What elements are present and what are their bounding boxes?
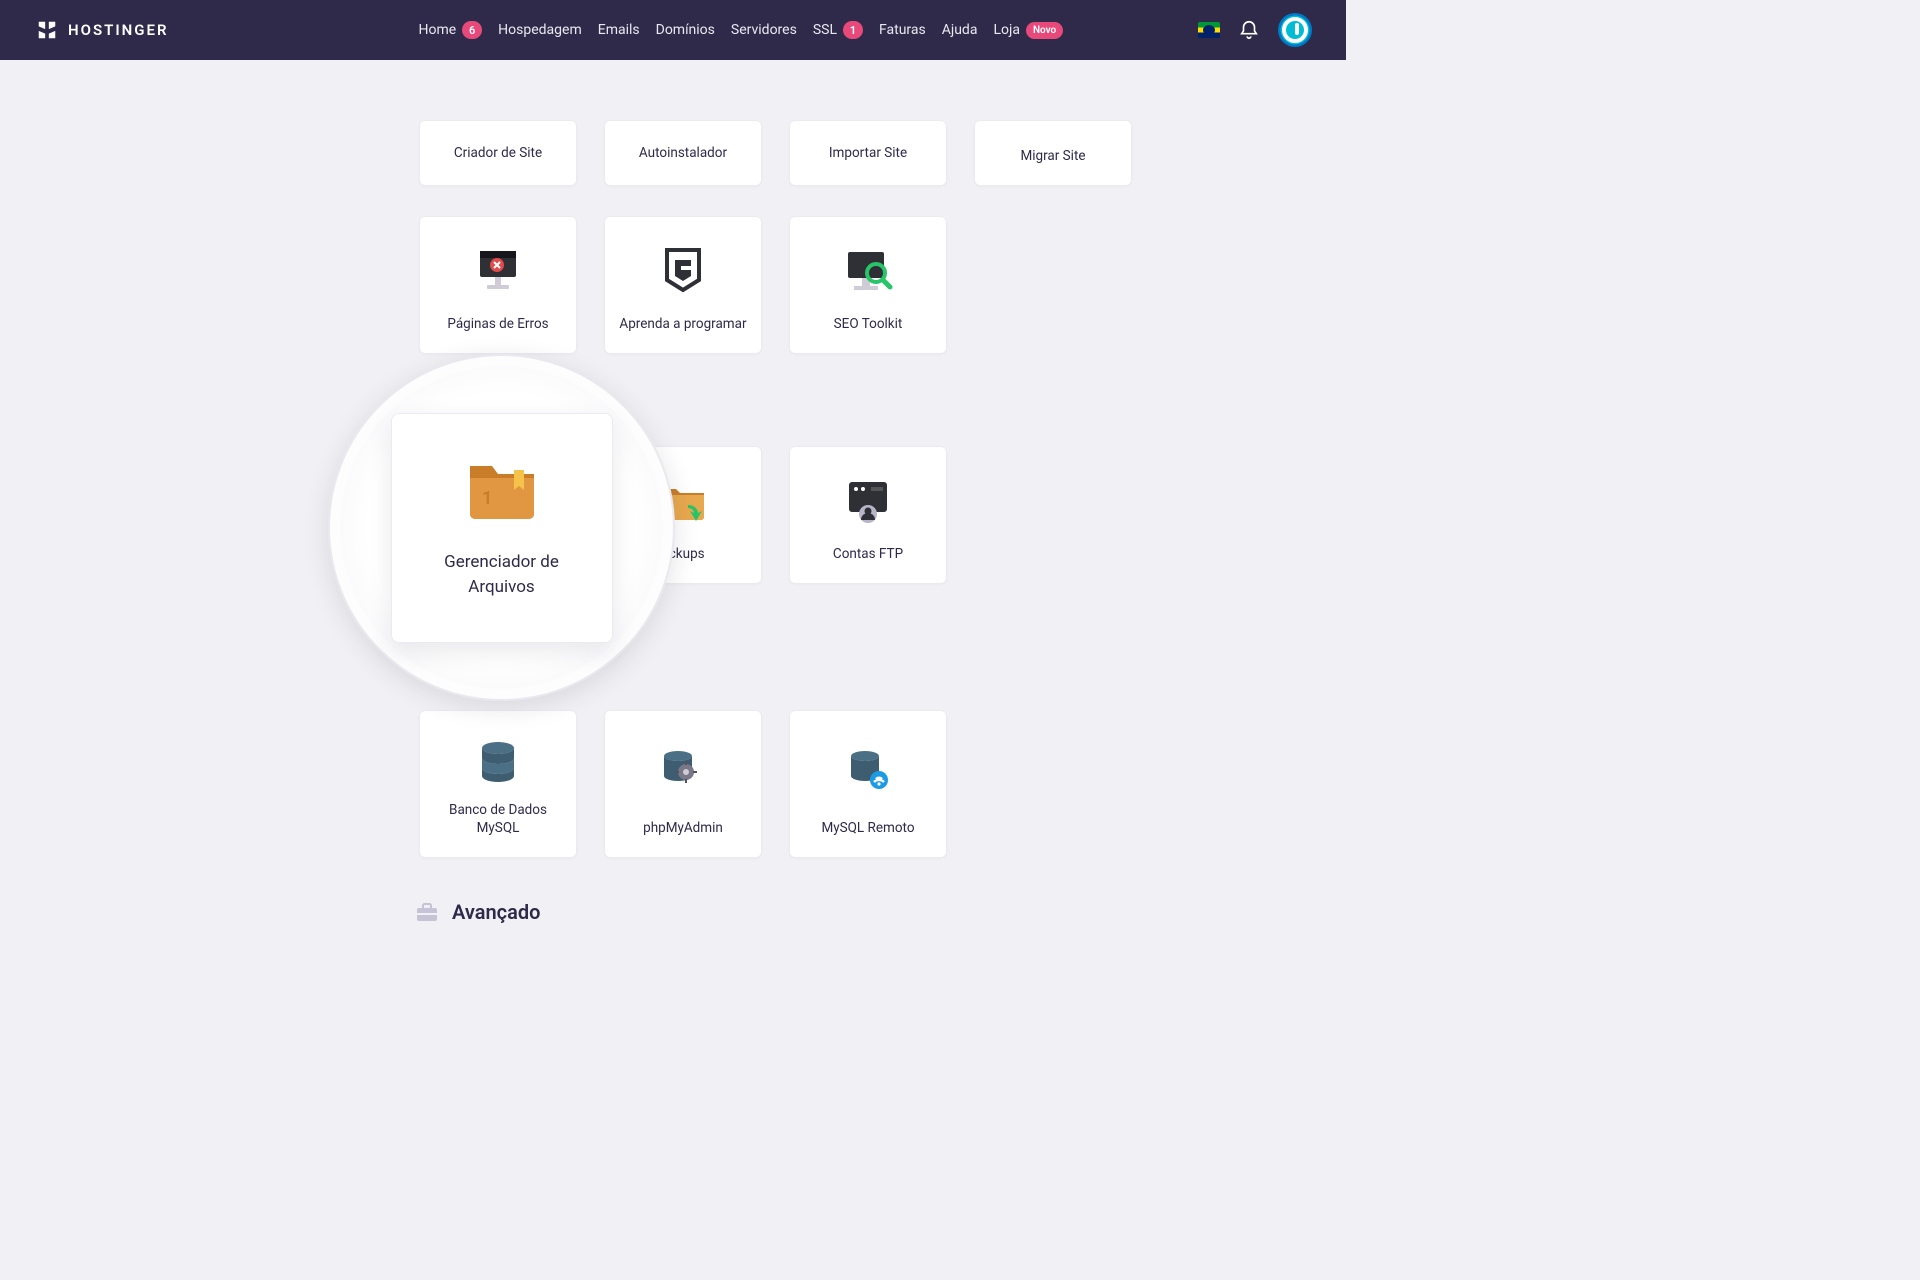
card-label: Gerenciador deArquivos	[444, 550, 559, 599]
nav-faturas-label: Faturas	[879, 22, 926, 38]
nav-home-label: Home	[418, 22, 456, 38]
card-label: Migrar Site	[1020, 147, 1085, 165]
seo-toolkit-icon	[840, 231, 896, 311]
card-phpmyadmin[interactable]: phpMyAdmin	[604, 710, 762, 858]
card-label: Importar Site	[829, 144, 907, 162]
account-avatar-icon[interactable]	[1278, 13, 1312, 47]
nav-servidores[interactable]: Servidores	[731, 22, 797, 38]
locale-flag-icon[interactable]	[1198, 22, 1220, 38]
nav-hospedagem[interactable]: Hospedagem	[498, 22, 582, 38]
nav-loja-badge: Novo	[1026, 22, 1063, 39]
card-label: Páginas de Erros	[447, 315, 548, 333]
primary-nav: Home 6 Hospedagem Emails Domínios Servid…	[418, 21, 1063, 39]
topbar-right	[1198, 13, 1312, 47]
card-label: MySQL Remoto	[821, 819, 914, 837]
card-banco-de-dados-mysql[interactable]: Banco de Dados MySQL	[419, 710, 577, 858]
ftp-accounts-icon	[840, 461, 896, 541]
error-pages-icon	[470, 231, 526, 311]
nav-hospedagem-label: Hospedagem	[498, 22, 582, 38]
phpmyadmin-icon	[655, 725, 711, 815]
hostinger-logo-icon	[36, 19, 58, 41]
nav-loja-label: Loja	[993, 22, 1020, 38]
card-contas-ftp[interactable]: Contas FTP	[789, 446, 947, 584]
card-row-1: Criador de Site Autoinstalador Importar …	[419, 120, 1139, 186]
nav-emails-label: Emails	[598, 22, 640, 38]
nav-ssl[interactable]: SSL 1	[813, 21, 863, 39]
card-mysql-remoto[interactable]: MySQL Remoto	[789, 710, 947, 858]
topbar: HOSTINGER Home 6 Hospedagem Emails Domín…	[0, 0, 1346, 60]
card-paginas-de-erros[interactable]: Páginas de Erros	[419, 216, 577, 354]
nav-faturas[interactable]: Faturas	[879, 22, 926, 38]
mysql-remote-icon	[840, 725, 896, 815]
brand-name: HOSTINGER	[68, 21, 168, 39]
card-label: Autoinstalador	[639, 144, 727, 162]
card-label: Banco de Dados MySQL	[430, 801, 566, 837]
nav-ajuda-label: Ajuda	[942, 22, 978, 38]
card-label: Contas FTP	[833, 545, 903, 563]
nav-home-badge: 6	[462, 21, 482, 39]
toolbox-icon	[416, 902, 438, 922]
card-migrar-site[interactable]: Migrar Site	[974, 120, 1132, 186]
learn-to-code-icon	[655, 231, 711, 311]
section-heading-avancado: Avançado	[416, 900, 540, 924]
card-row-4: Banco de Dados MySQL phpMyAdmin	[419, 710, 1139, 858]
card-seo-toolkit[interactable]: SEO Toolkit	[789, 216, 947, 354]
card-label: SEO Toolkit	[834, 315, 903, 333]
card-gerenciador-de-arquivos[interactable]: 1 Gerenciador deArquivos	[391, 413, 613, 643]
nav-ssl-badge: 1	[843, 21, 863, 39]
file-manager-icon: 1	[460, 456, 544, 524]
svg-text:1: 1	[482, 488, 492, 509]
card-label: Aprenda a programar	[619, 315, 746, 333]
zoom-lens: 1 Gerenciador deArquivos	[328, 354, 675, 701]
nav-dominios-label: Domínios	[656, 22, 715, 38]
nav-loja[interactable]: Loja Novo	[993, 22, 1063, 39]
nav-ajuda[interactable]: Ajuda	[942, 22, 978, 38]
card-label: phpMyAdmin	[643, 819, 723, 837]
card-row-2: Páginas de Erros Aprenda a programar	[419, 216, 1139, 354]
section-title: Avançado	[452, 900, 540, 924]
nav-ssl-label: SSL	[813, 22, 837, 38]
mysql-database-icon	[470, 725, 526, 797]
brand-logo[interactable]: HOSTINGER	[36, 19, 168, 41]
card-importar-site[interactable]: Importar Site	[789, 120, 947, 186]
card-aprenda-a-programar[interactable]: Aprenda a programar	[604, 216, 762, 354]
card-autoinstalador[interactable]: Autoinstalador	[604, 120, 762, 186]
nav-home[interactable]: Home 6	[418, 21, 482, 39]
nav-emails[interactable]: Emails	[598, 22, 640, 38]
card-criador-de-site[interactable]: Criador de Site	[419, 120, 577, 186]
card-label: Criador de Site	[454, 144, 542, 162]
nav-dominios[interactable]: Domínios	[656, 22, 715, 38]
nav-servidores-label: Servidores	[731, 22, 797, 38]
notifications-bell-icon[interactable]	[1238, 19, 1260, 41]
